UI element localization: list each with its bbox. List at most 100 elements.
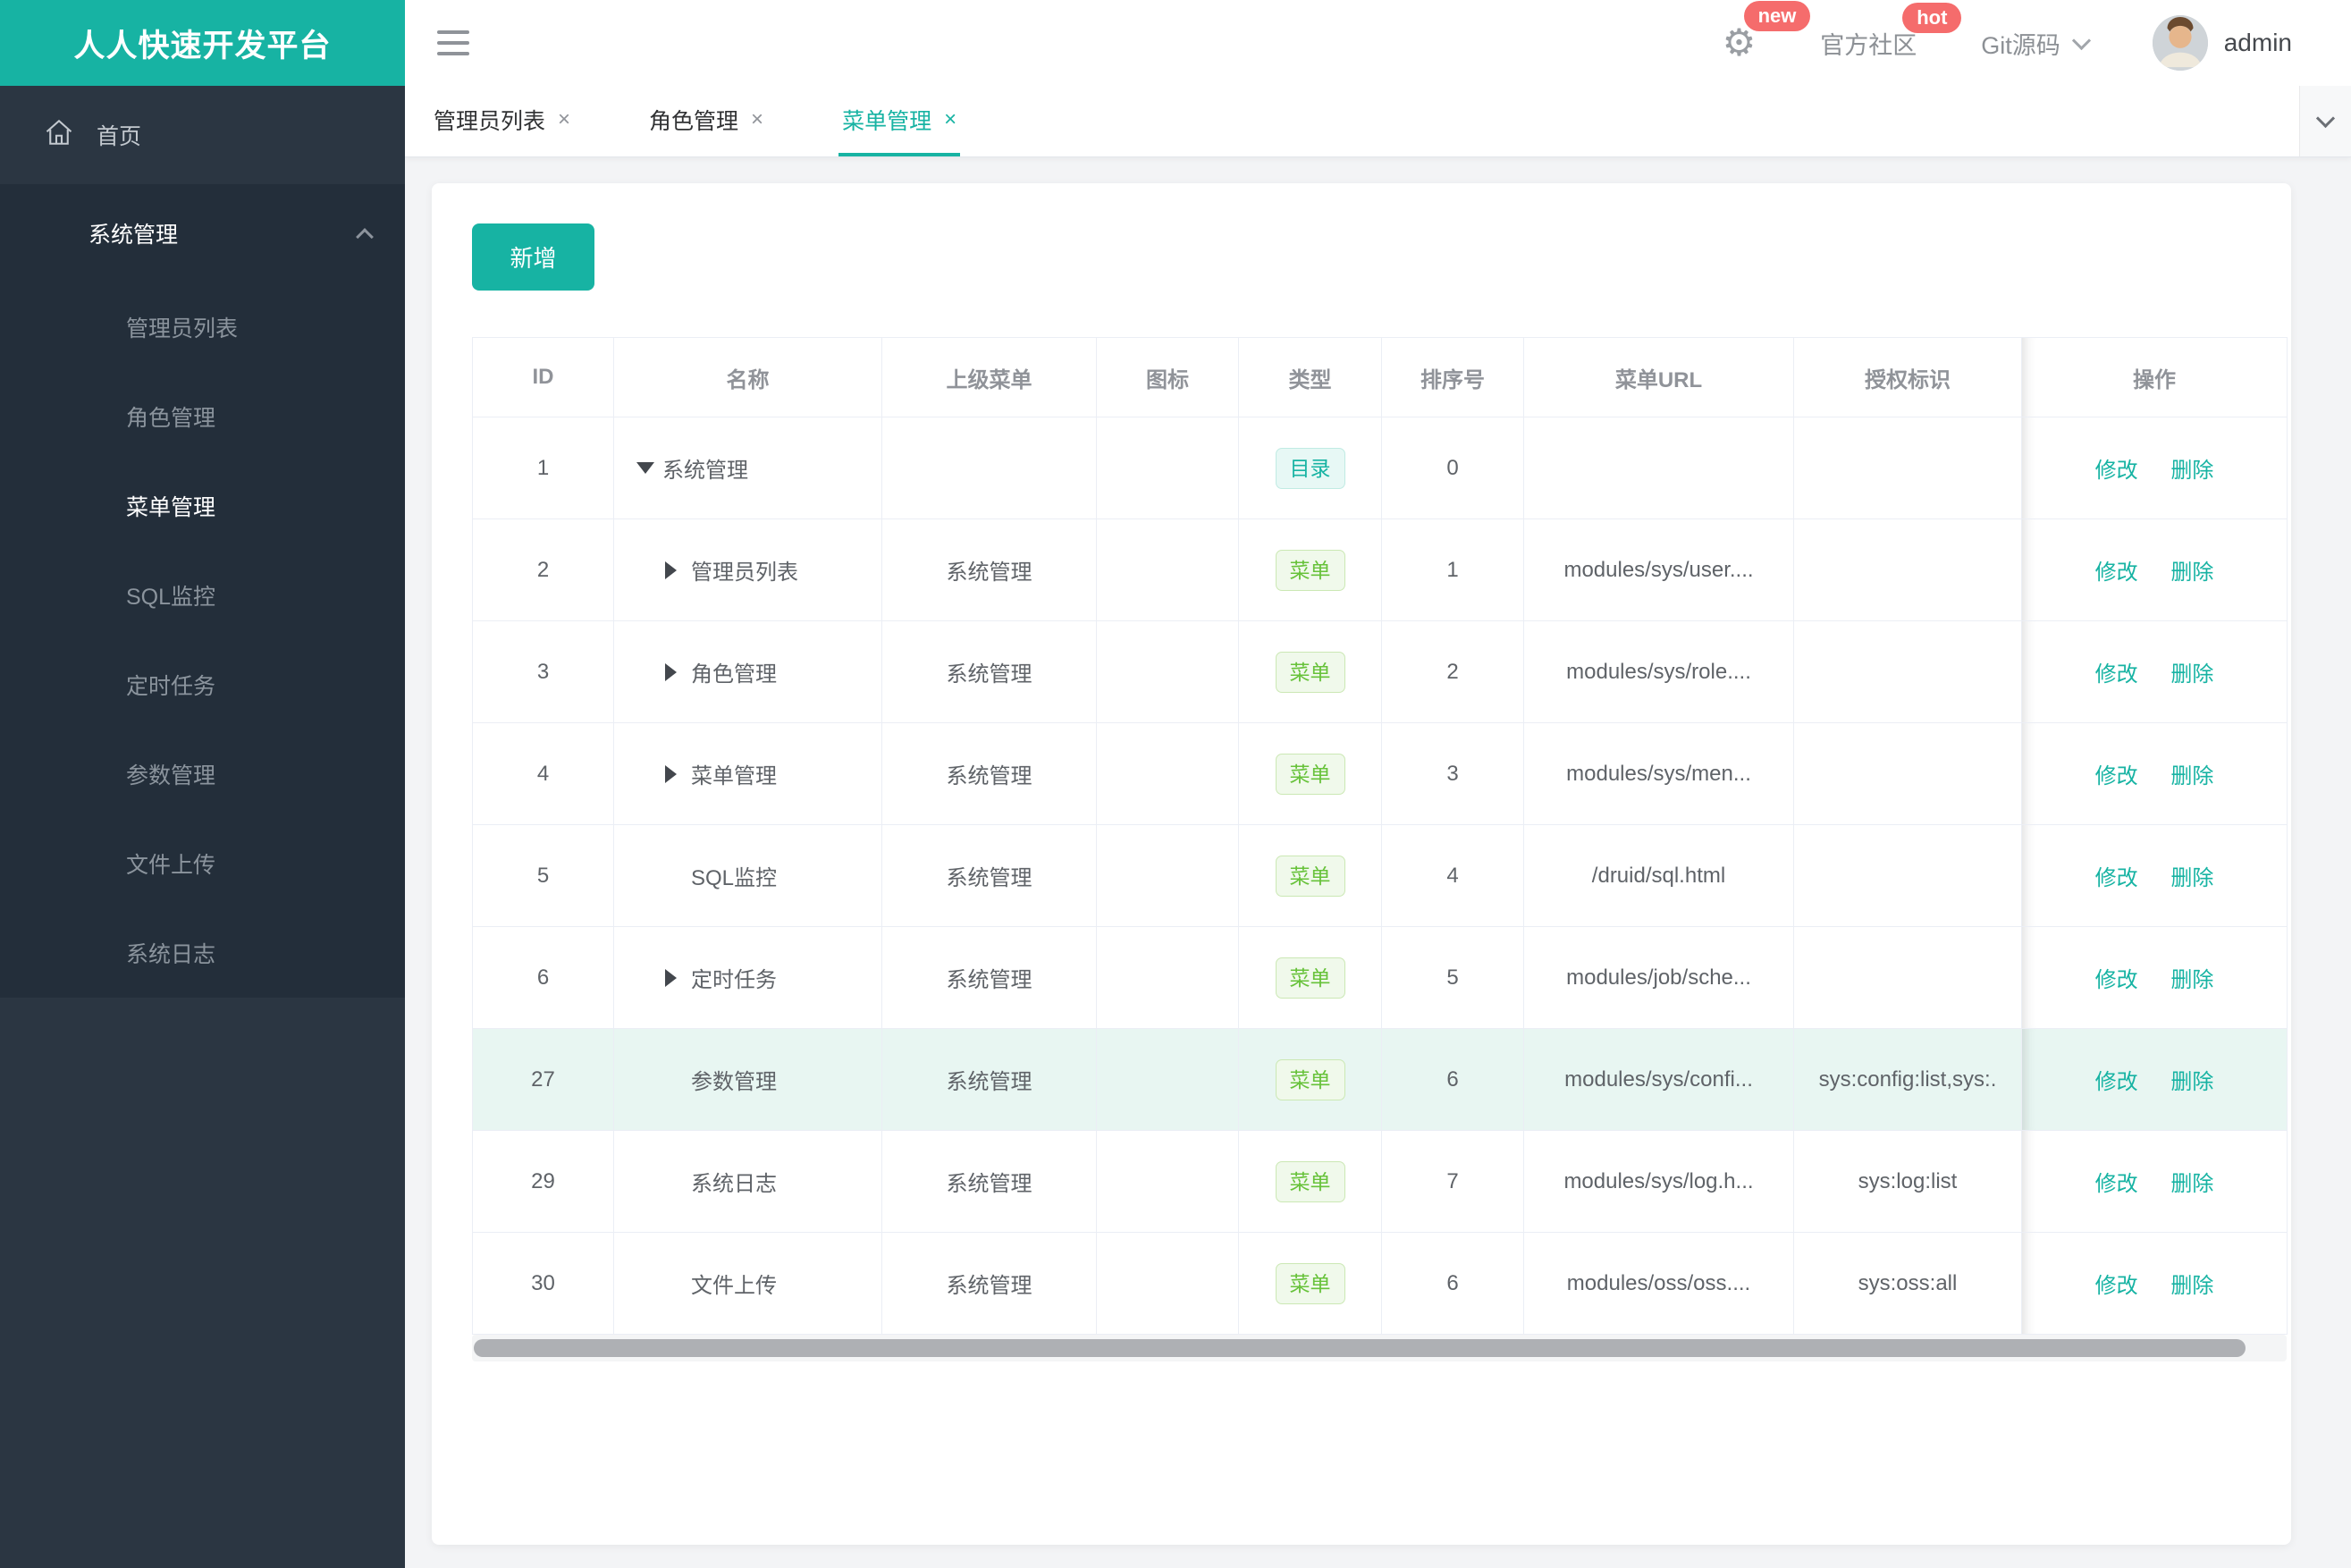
menu-name: 菜单管理 bbox=[691, 764, 777, 788]
close-icon[interactable]: × bbox=[944, 107, 956, 132]
horizontal-scrollbar[interactable] bbox=[472, 1335, 2287, 1361]
expand-icon[interactable] bbox=[665, 662, 691, 681]
tab-label: 菜单管理 bbox=[842, 108, 932, 134]
col-id: ID bbox=[472, 337, 614, 417]
sidebar-item-file-upload[interactable]: 文件上传 bbox=[0, 819, 405, 908]
avatar[interactable] bbox=[2152, 15, 2208, 71]
type-badge: 菜单 bbox=[1275, 651, 1345, 693]
git-source-label: Git源码 bbox=[1981, 31, 2060, 59]
menu-name: 系统日志 bbox=[691, 1172, 777, 1196]
collapse-icon[interactable] bbox=[636, 462, 662, 474]
tab-bar: 管理员列表 × 角色管理 × 菜单管理 × bbox=[405, 86, 2351, 157]
table-row: 29 系统日志 系统管理 菜单 7 modules/sys/log.h... s… bbox=[472, 1130, 2288, 1233]
sidebar-group-label: 系统管理 bbox=[88, 223, 179, 248]
close-icon[interactable]: × bbox=[558, 107, 570, 132]
type-badge: 目录 bbox=[1275, 447, 1345, 489]
sidebar-item-scheduled-tasks[interactable]: 定时任务 bbox=[0, 640, 405, 729]
delete-link[interactable]: 删除 bbox=[2170, 1172, 2213, 1196]
delete-link[interactable]: 删除 bbox=[2170, 1070, 2213, 1094]
edit-link[interactable]: 修改 bbox=[2095, 459, 2138, 483]
table-row: 5 SQL监控 系统管理 菜单 4 /druid/sql.html 修改 删除 bbox=[472, 824, 2288, 927]
community-link[interactable]: 官方社区 hot bbox=[1820, 2, 1962, 61]
tab-menu-mgmt[interactable]: 菜单管理 × bbox=[838, 86, 961, 156]
edit-link[interactable]: 修改 bbox=[2095, 968, 2138, 992]
user-menu[interactable]: admin bbox=[2152, 15, 2292, 71]
col-name: 名称 bbox=[613, 337, 882, 417]
sidebar-item-role-mgmt[interactable]: 角色管理 bbox=[0, 372, 405, 461]
user-name: admin bbox=[2223, 29, 2292, 56]
table-row: 1 系统管理 目录 0 修改 删除 bbox=[472, 417, 2288, 519]
app-logo: 人人快速开发平台 bbox=[0, 0, 405, 86]
expand-icon[interactable] bbox=[665, 764, 691, 783]
delete-link[interactable]: 删除 bbox=[2170, 459, 2213, 483]
sidebar-item-admin-list[interactable]: 管理员列表 bbox=[0, 282, 405, 372]
menu-name: 角色管理 bbox=[691, 662, 777, 687]
table-row: 30 文件上传 系统管理 菜单 6 modules/oss/oss.... sy… bbox=[472, 1232, 2288, 1335]
col-url: 菜单URL bbox=[1523, 337, 1794, 417]
type-badge: 菜单 bbox=[1275, 855, 1345, 897]
expand-icon[interactable] bbox=[665, 968, 691, 987]
close-icon[interactable]: × bbox=[751, 107, 763, 132]
header-main: ⚙ new 官方社区 hot Git源码 admin bbox=[405, 0, 2351, 86]
table-row: 6 定时任务 系统管理 菜单 5 modules/job/sche... 修改 … bbox=[472, 926, 2288, 1029]
avatar-image bbox=[2152, 15, 2208, 71]
sidebar-item-sql-monitor[interactable]: SQL监控 bbox=[0, 551, 405, 640]
col-type: 类型 bbox=[1238, 337, 1382, 417]
type-badge: 菜单 bbox=[1275, 1058, 1345, 1100]
menu-name: 文件上传 bbox=[691, 1274, 777, 1298]
chevron-down-icon bbox=[2071, 30, 2091, 50]
home-icon bbox=[43, 116, 75, 155]
tab-role-mgmt[interactable]: 角色管理 × bbox=[645, 86, 767, 156]
scrollbar-thumb[interactable] bbox=[474, 1339, 2246, 1357]
menu-name: 定时任务 bbox=[691, 968, 777, 992]
table-row: 4 菜单管理 系统管理 菜单 3 modules/sys/men... 修改 删… bbox=[472, 722, 2288, 825]
edit-link[interactable]: 修改 bbox=[2095, 866, 2138, 890]
type-badge: 菜单 bbox=[1275, 1262, 1345, 1304]
hot-badge: hot bbox=[1902, 2, 1962, 33]
tab-admin-list[interactable]: 管理员列表 × bbox=[430, 86, 574, 156]
gear-icon[interactable]: ⚙ bbox=[1723, 24, 1757, 62]
add-button[interactable]: 新增 bbox=[472, 223, 594, 291]
type-badge: 菜单 bbox=[1275, 1160, 1345, 1202]
edit-link[interactable]: 修改 bbox=[2095, 1274, 2138, 1298]
sidebar-group-system: 系统管理 管理员列表 角色管理 菜单管理 SQL监控 定时任务 参数管理 文件上… bbox=[0, 184, 405, 998]
edit-link[interactable]: 修改 bbox=[2095, 1070, 2138, 1094]
expand-icon[interactable] bbox=[665, 561, 691, 579]
col-parent: 上级菜单 bbox=[881, 337, 1097, 417]
delete-link[interactable]: 删除 bbox=[2170, 764, 2213, 788]
new-badge: new bbox=[1743, 1, 1811, 31]
edit-link[interactable]: 修改 bbox=[2095, 561, 2138, 585]
delete-link[interactable]: 删除 bbox=[2170, 1274, 2213, 1298]
delete-link[interactable]: 删除 bbox=[2170, 968, 2213, 992]
edit-link[interactable]: 修改 bbox=[2095, 662, 2138, 687]
sidebar-item-system-log[interactable]: 系统日志 bbox=[0, 908, 405, 998]
menu-name: 系统管理 bbox=[662, 459, 748, 483]
menu-table: ID 名称 上级菜单 图标 类型 排序号 菜单URL 授权标识 操作 1 系统管… bbox=[472, 337, 2288, 1335]
app-header: 人人快速开发平台 ⚙ new 官方社区 hot Git源码 admin bbox=[0, 0, 2351, 86]
edit-link[interactable]: 修改 bbox=[2095, 764, 2138, 788]
delete-link[interactable]: 删除 bbox=[2170, 662, 2213, 687]
col-perms: 授权标识 bbox=[1793, 337, 2022, 417]
col-order: 排序号 bbox=[1381, 337, 1524, 417]
delete-link[interactable]: 删除 bbox=[2170, 866, 2213, 890]
sidebar-item-menu-mgmt[interactable]: 菜单管理 bbox=[0, 461, 405, 551]
menu-name: SQL监控 bbox=[691, 866, 778, 890]
sidebar-toggle-icon[interactable] bbox=[437, 30, 469, 55]
type-badge: 菜单 bbox=[1275, 549, 1345, 591]
col-actions: 操作 bbox=[2021, 337, 2288, 417]
tab-label: 角色管理 bbox=[649, 108, 739, 134]
tab-options-button[interactable] bbox=[2299, 86, 2351, 156]
settings-menu[interactable]: ⚙ new bbox=[1723, 1, 1811, 62]
menu-name: 管理员列表 bbox=[691, 561, 798, 585]
table-row: 2 管理员列表 系统管理 菜单 1 modules/sys/user.... 修… bbox=[472, 518, 2288, 621]
table-row: 27 参数管理 系统管理 菜单 6 modules/sys/confi... s… bbox=[472, 1028, 2288, 1131]
sidebar-item-param-mgmt[interactable]: 参数管理 bbox=[0, 729, 405, 819]
table-header-row: ID 名称 上级菜单 图标 类型 排序号 菜单URL 授权标识 操作 bbox=[472, 337, 2288, 417]
sidebar-home-label: 首页 bbox=[97, 124, 142, 149]
git-source-menu[interactable]: Git源码 bbox=[1981, 26, 2091, 61]
sidebar-group-title[interactable]: 系统管理 bbox=[0, 184, 405, 282]
col-icon: 图标 bbox=[1096, 337, 1239, 417]
delete-link[interactable]: 删除 bbox=[2170, 561, 2213, 585]
sidebar-item-home[interactable]: 首页 bbox=[0, 86, 405, 184]
edit-link[interactable]: 修改 bbox=[2095, 1172, 2138, 1196]
